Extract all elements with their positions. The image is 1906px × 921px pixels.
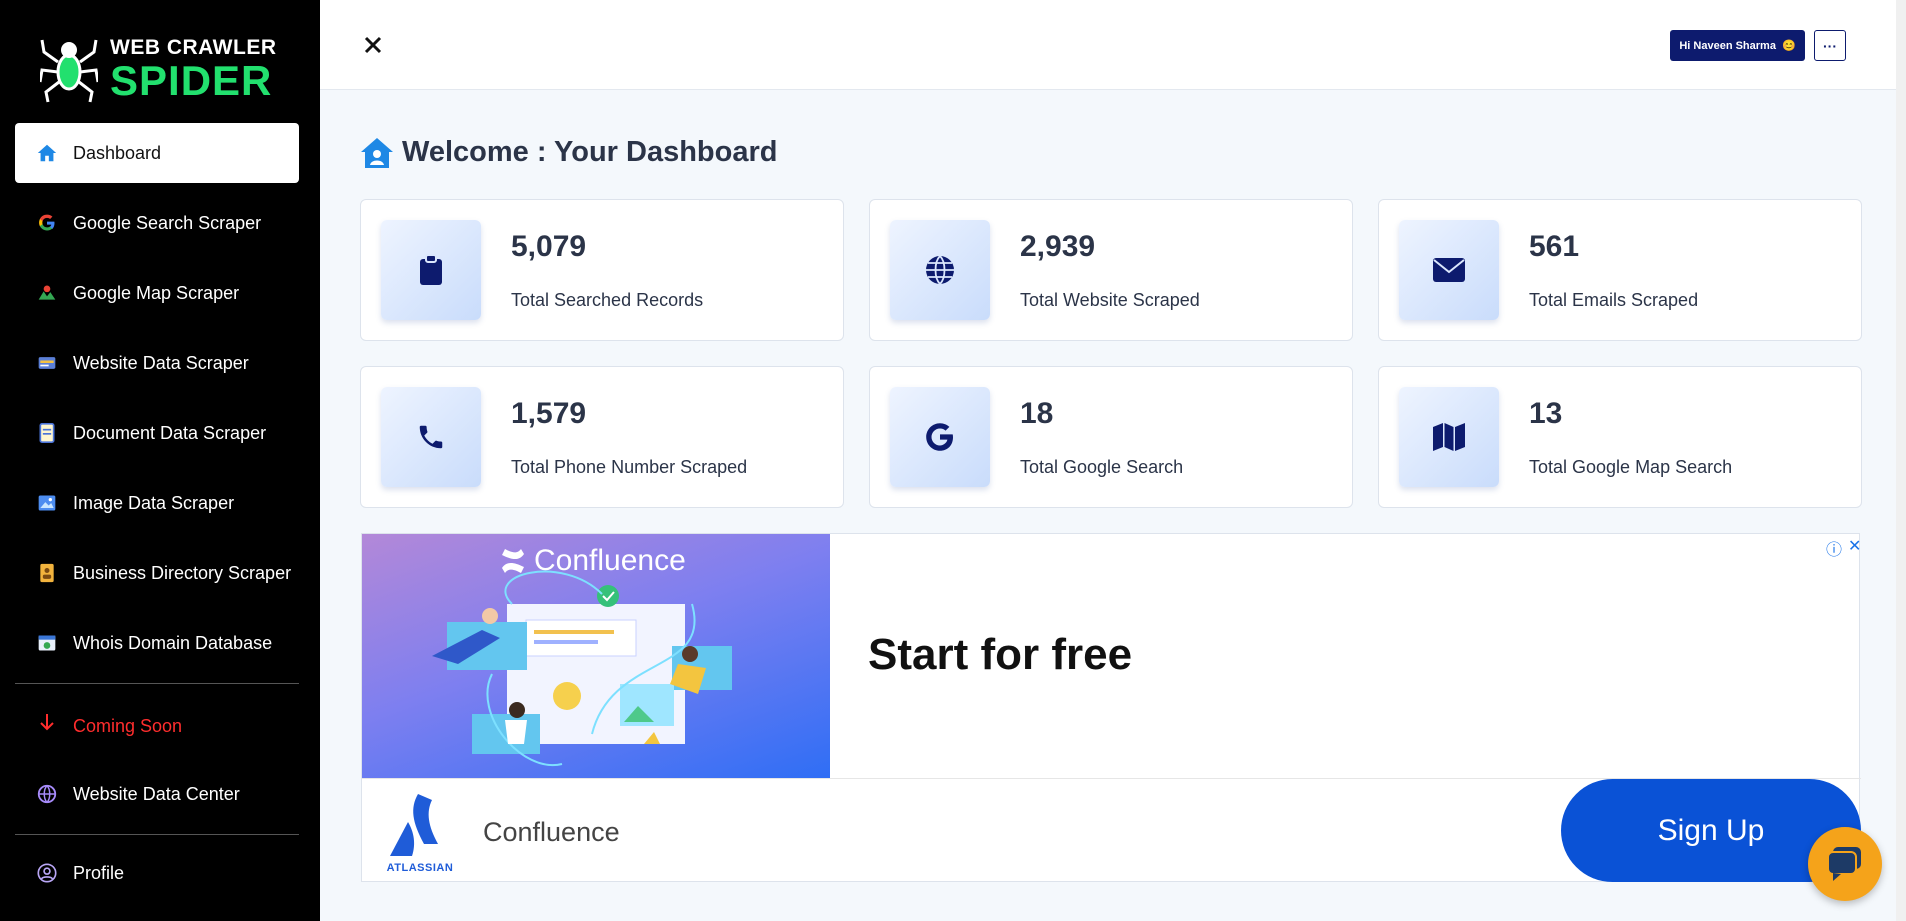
chat-widget-button[interactable] bbox=[1808, 827, 1882, 901]
stat-card-google-map-search: 13 Total Google Map Search bbox=[1378, 366, 1862, 508]
sidebar-item-label: Whois Domain Database bbox=[73, 632, 273, 653]
sidebar-item-website-data-scraper[interactable]: Website Data Scraper bbox=[15, 333, 299, 393]
arrow-down-icon bbox=[35, 710, 59, 734]
directory-icon bbox=[35, 561, 59, 585]
stat-label: Total Google Map Search bbox=[1529, 457, 1733, 477]
globe-icon bbox=[890, 220, 990, 320]
advertisement[interactable]: Confluence ⓘ ✕ Start for free ATLASSIAN … bbox=[361, 533, 1861, 882]
page-title-text: Welcome : Your Dashboard bbox=[402, 136, 778, 168]
document-icon bbox=[35, 421, 59, 445]
sidebar-item-label: Google Map Scraper bbox=[73, 282, 240, 303]
stat-label: Total Website Scraped bbox=[1020, 290, 1200, 310]
stat-value: 2,939 bbox=[1020, 230, 1096, 263]
sidebar-item-dashboard[interactable]: Dashboard bbox=[15, 123, 299, 183]
sidebar-item-website-data-center[interactable]: Website Data Center bbox=[15, 764, 299, 824]
close-ad-icon[interactable]: ✕ bbox=[1848, 536, 1861, 560]
home-user-icon bbox=[361, 137, 393, 168]
sidebar-item-label: Dashboard bbox=[73, 142, 162, 163]
logo-line2: SPIDER bbox=[110, 56, 273, 104]
sidebar-item-google-search-scraper[interactable]: Google Search Scraper bbox=[15, 193, 299, 253]
sidebar-item-profile[interactable]: Profile bbox=[15, 843, 299, 903]
close-icon bbox=[364, 36, 382, 54]
sidebar-nav: Dashboard Google Search Scraper Google M… bbox=[15, 123, 299, 913]
stat-value: 13 bbox=[1529, 397, 1563, 430]
stat-card-google-search: 18 Total Google Search bbox=[869, 366, 1353, 508]
stat-value: 18 bbox=[1020, 397, 1054, 430]
stat-label: Total Phone Number Scraped bbox=[511, 457, 748, 477]
sidebar-item-image-data-scraper[interactable]: Image Data Scraper bbox=[15, 473, 299, 533]
stat-card-website-scraped: 2,939 Total Website Scraped bbox=[869, 199, 1353, 341]
coming-soon-label: Coming Soon bbox=[73, 715, 183, 736]
image-icon bbox=[35, 491, 59, 515]
map-icon bbox=[1399, 387, 1499, 487]
domain-icon bbox=[35, 631, 59, 655]
stat-card-searched-records: 5,079 Total Searched Records bbox=[360, 199, 844, 341]
stat-card-phone-scraped: 1,579 Total Phone Number Scraped bbox=[360, 366, 844, 508]
ad-illustration bbox=[432, 570, 732, 767]
chat-bubble-icon bbox=[1827, 847, 1861, 881]
sidebar-item-label: Profile bbox=[73, 862, 125, 883]
stat-value: 561 bbox=[1529, 230, 1580, 263]
sidebar-item-business-directory-scraper[interactable]: Business Directory Scraper bbox=[15, 543, 299, 603]
ad-choices[interactable]: ⓘ ✕ bbox=[1826, 536, 1861, 560]
browser-icon bbox=[35, 351, 59, 375]
sidebar-item-label: Google Search Scraper bbox=[73, 212, 262, 233]
spider-logo-icon bbox=[40, 39, 98, 103]
sidebar-divider bbox=[15, 834, 299, 835]
phone-icon bbox=[381, 387, 481, 487]
sidebar-item-label: Website Data Scraper bbox=[73, 352, 249, 373]
ad-hero-image[interactable]: Confluence bbox=[362, 534, 830, 778]
page-title: Welcome : Your Dashboard bbox=[360, 136, 777, 169]
close-sidebar-button[interactable] bbox=[360, 32, 386, 58]
clipboard-icon bbox=[381, 220, 481, 320]
stat-value: 1,579 bbox=[511, 397, 587, 430]
ad-headline[interactable]: Start for free bbox=[868, 630, 1132, 680]
sidebar-item-google-map-scraper[interactable]: Google Map Scraper bbox=[15, 263, 299, 323]
stat-label: Total Google Search bbox=[1020, 457, 1184, 477]
logo-line1: WEB CRAWLER bbox=[110, 35, 277, 59]
sidebar-item-label: Document Data Scraper bbox=[73, 422, 267, 443]
stat-label: Total Emails Scraped bbox=[1529, 290, 1699, 310]
more-options-button[interactable]: ··· bbox=[1814, 30, 1846, 61]
stat-card-emails-scraped: 561 Total Emails Scraped bbox=[1378, 199, 1862, 341]
sidebar-item-label: Image Data Scraper bbox=[73, 492, 235, 513]
map-pin-icon bbox=[35, 281, 59, 305]
user-menu-button[interactable]: Hi Naveen Sharma 😊 bbox=[1670, 30, 1805, 61]
user-greeting: Hi Naveen Sharma bbox=[1679, 39, 1776, 52]
globe-network-icon bbox=[35, 782, 59, 806]
stat-label: Total Searched Records bbox=[511, 290, 704, 310]
scrollbar[interactable] bbox=[1896, 0, 1906, 921]
google-icon bbox=[35, 211, 59, 235]
coming-soon-header: Coming Soon bbox=[15, 688, 299, 764]
sidebar-divider bbox=[15, 683, 299, 684]
app-logo[interactable]: WEB CRAWLER SPIDER bbox=[40, 34, 277, 104]
smile-emoji-icon: 😊 bbox=[1781, 40, 1796, 52]
home-icon bbox=[35, 141, 59, 165]
sidebar-item-document-data-scraper[interactable]: Document Data Scraper bbox=[15, 403, 299, 463]
stat-value: 5,079 bbox=[511, 230, 587, 263]
sidebar: WEB CRAWLER SPIDER Dashboard Google Sear… bbox=[0, 0, 320, 921]
top-bar: Hi Naveen Sharma 😊 ··· bbox=[320, 0, 1906, 90]
atlassian-logo-icon bbox=[390, 794, 438, 856]
sidebar-item-label: Business Directory Scraper bbox=[73, 562, 292, 583]
info-icon[interactable]: ⓘ bbox=[1826, 536, 1842, 560]
atlassian-wordmark: ATLASSIAN bbox=[386, 862, 454, 874]
google-g-icon bbox=[890, 387, 990, 487]
atlassian-logo[interactable]: ATLASSIAN bbox=[382, 792, 458, 876]
ad-advertiser-name[interactable]: Confluence bbox=[483, 817, 620, 848]
user-circle-icon bbox=[35, 861, 59, 885]
envelope-icon bbox=[1399, 220, 1499, 320]
sidebar-item-whois-domain-database[interactable]: Whois Domain Database bbox=[15, 613, 299, 673]
sidebar-item-label: Website Data Center bbox=[73, 783, 240, 804]
